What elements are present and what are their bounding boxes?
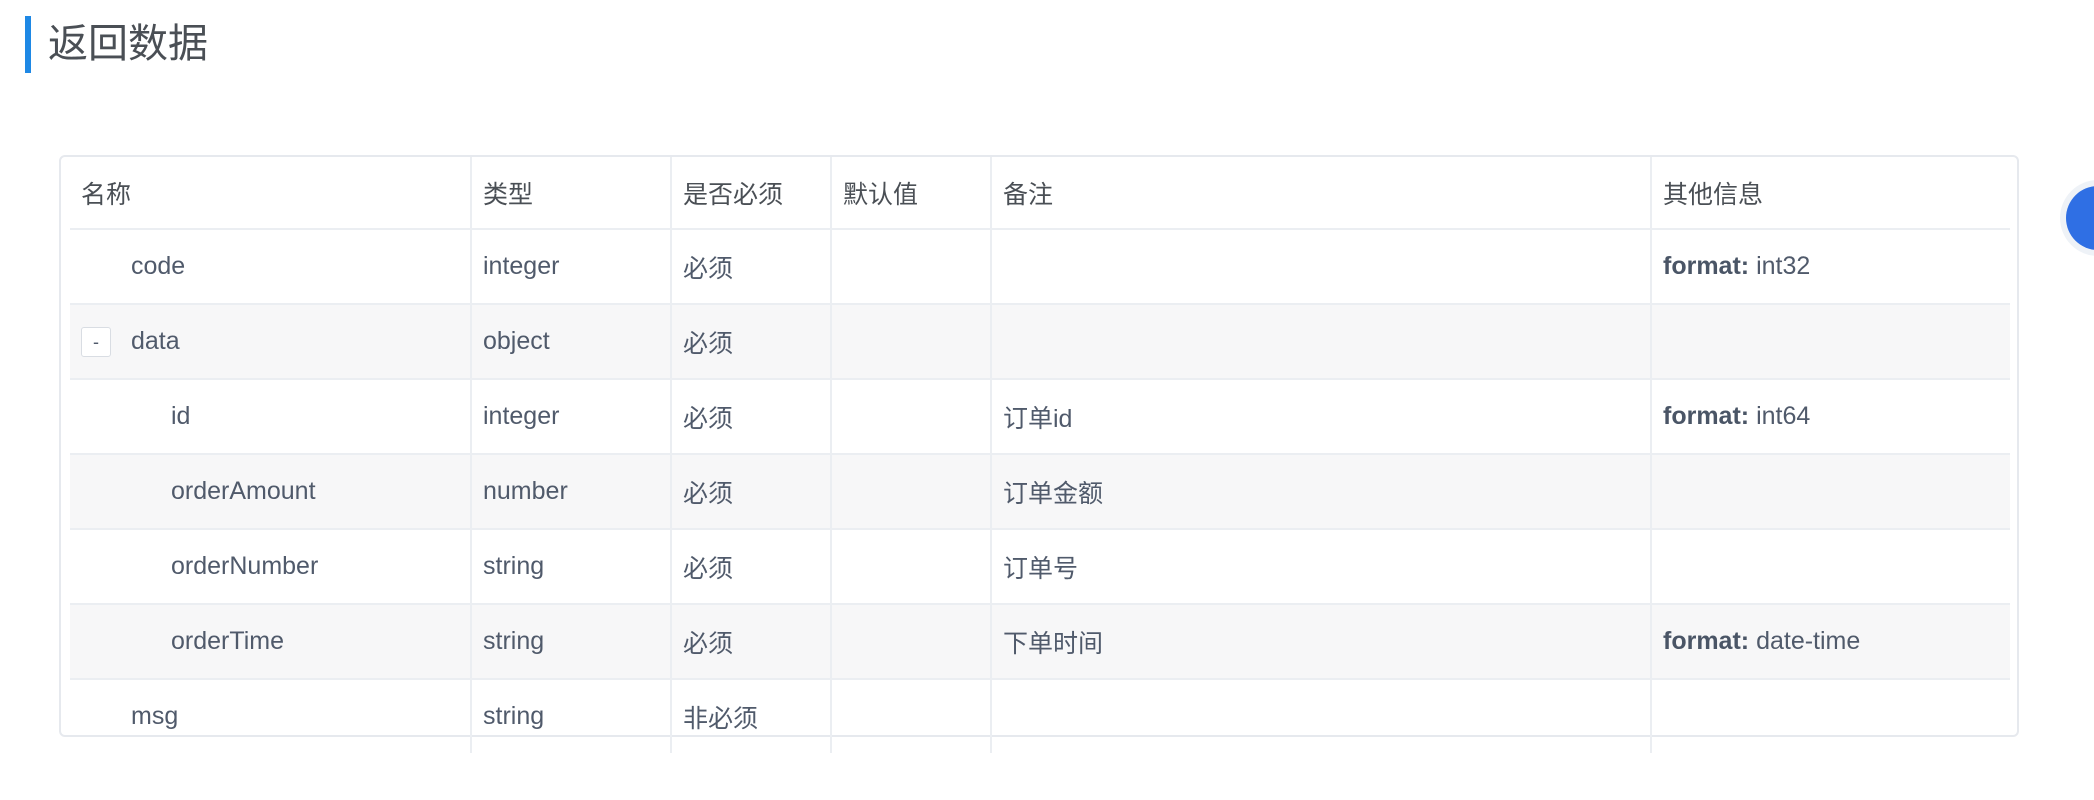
floating-side-button[interactable] bbox=[2066, 186, 2094, 250]
field-name-cell: code bbox=[70, 229, 472, 305]
table-row: id integer 必须 订单id format: int64 bbox=[70, 379, 2010, 455]
field-name: code bbox=[131, 252, 186, 280]
field-other-info: format: int64 bbox=[1651, 379, 2010, 455]
field-type: string bbox=[471, 604, 672, 680]
table-row: orderTime string 必须 下单时间 format: date-ti… bbox=[70, 604, 2010, 680]
field-name-cell: msg bbox=[70, 679, 472, 753]
table-row: - data object 必须 bbox=[70, 304, 2010, 380]
response-data-table: 名称 类型 是否必须 默认值 备注 其他信息 code integer 必须 f… bbox=[59, 155, 2019, 753]
col-header-name: 名称 bbox=[70, 157, 472, 230]
col-header-required: 是否必须 bbox=[671, 157, 832, 230]
field-name: orderAmount bbox=[171, 477, 316, 505]
field-name-cell: orderTime bbox=[70, 604, 472, 680]
field-default bbox=[831, 679, 992, 753]
field-other-info bbox=[1651, 304, 2010, 380]
field-default bbox=[831, 454, 992, 530]
field-required: 必须 bbox=[671, 304, 832, 380]
field-type: number bbox=[471, 454, 672, 530]
table-row: msg string 非必须 bbox=[70, 679, 2010, 753]
format-key: format: bbox=[1663, 252, 1750, 280]
field-default bbox=[831, 304, 992, 380]
section-title: 返回数据 bbox=[25, 16, 208, 73]
col-header-default: 默认值 bbox=[831, 157, 992, 230]
collapse-toggle-button[interactable]: - bbox=[81, 327, 111, 357]
field-remark: 下单时间 bbox=[991, 604, 1652, 680]
field-required: 非必须 bbox=[671, 679, 832, 753]
field-name-cell: orderAmount bbox=[70, 454, 472, 530]
col-header-type: 类型 bbox=[471, 157, 672, 230]
field-remark: 订单号 bbox=[991, 529, 1652, 605]
format-key: format: bbox=[1663, 627, 1750, 655]
field-type: string bbox=[471, 679, 672, 753]
field-name-cell: - data bbox=[70, 304, 472, 380]
field-remark bbox=[991, 679, 1652, 753]
field-remark bbox=[991, 229, 1652, 305]
field-remark: 订单金额 bbox=[991, 454, 1652, 530]
field-required: 必须 bbox=[671, 379, 832, 455]
format-key: format: bbox=[1663, 402, 1750, 430]
field-required: 必须 bbox=[671, 229, 832, 305]
field-type: integer bbox=[471, 229, 672, 305]
field-required: 必须 bbox=[671, 454, 832, 530]
field-default bbox=[831, 379, 992, 455]
col-header-other-info: 其他信息 bbox=[1651, 157, 2010, 230]
table-row: orderNumber string 必须 订单号 bbox=[70, 529, 2010, 605]
field-type: string bbox=[471, 529, 672, 605]
field-default bbox=[831, 604, 992, 680]
field-other-info bbox=[1651, 529, 2010, 605]
format-value: date-time bbox=[1756, 627, 1861, 655]
field-other-info: format: date-time bbox=[1651, 604, 2010, 680]
field-type: integer bbox=[471, 379, 672, 455]
format-value: int64 bbox=[1756, 402, 1811, 430]
table-row: orderAmount number 必须 订单金额 bbox=[70, 454, 2010, 530]
field-name: id bbox=[171, 402, 191, 430]
col-header-remark: 备注 bbox=[991, 157, 1652, 230]
table-header-row: 名称 类型 是否必须 默认值 备注 其他信息 bbox=[70, 157, 2010, 230]
field-name-cell: orderNumber bbox=[70, 529, 472, 605]
field-other-info: format: int32 bbox=[1651, 229, 2010, 305]
field-other-info bbox=[1651, 679, 2010, 753]
field-name: orderTime bbox=[171, 627, 284, 655]
field-other-info bbox=[1651, 454, 2010, 530]
field-default bbox=[831, 529, 992, 605]
field-remark: 订单id bbox=[991, 379, 1652, 455]
format-value: int32 bbox=[1756, 252, 1811, 280]
table-row: code integer 必须 format: int32 bbox=[70, 229, 2010, 305]
field-default bbox=[831, 229, 992, 305]
field-type: object bbox=[471, 304, 672, 380]
field-required: 必须 bbox=[671, 529, 832, 605]
field-name: orderNumber bbox=[171, 552, 319, 580]
field-name-cell: id bbox=[70, 379, 472, 455]
field-required: 必须 bbox=[671, 604, 832, 680]
field-remark bbox=[991, 304, 1652, 380]
field-name: msg bbox=[131, 702, 179, 730]
